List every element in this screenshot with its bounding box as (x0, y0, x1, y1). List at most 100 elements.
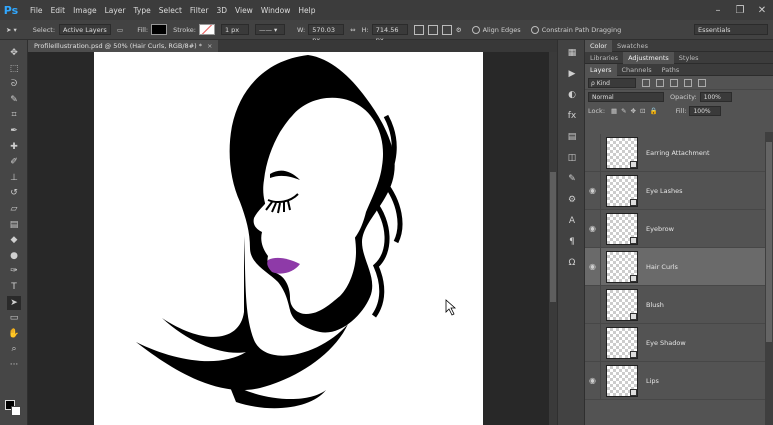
tab-color[interactable]: Color (585, 39, 612, 52)
stroke-size-field[interactable]: 1 px (220, 24, 249, 35)
filter-type-icon[interactable] (670, 78, 678, 87)
path-select-icon[interactable]: ➤ (7, 295, 21, 310)
lasso-icon[interactable]: ᘐ (7, 77, 21, 91)
tab-swatches[interactable]: Swatches (612, 40, 653, 52)
layer-row[interactable]: Eye Shadow (585, 323, 765, 362)
path-operations-icon[interactable] (413, 24, 424, 35)
layer-row[interactable]: Blush (585, 285, 765, 324)
layer-row[interactable]: ◉ Hair Curls (585, 247, 765, 286)
menu-file[interactable]: File (22, 6, 51, 15)
visibility-eye-icon[interactable]: ◉ (585, 209, 601, 248)
shape-icon[interactable]: ▭ (7, 311, 21, 325)
maximize-icon[interactable]: ❐ (729, 0, 751, 20)
channels-icon[interactable]: ◫ (565, 151, 579, 165)
menu-layer[interactable]: Layer (105, 6, 134, 15)
layer-row[interactable]: ◉ Eyebrow (585, 209, 765, 248)
brush-icon[interactable]: ✐ (7, 155, 21, 169)
path-arrangement-icon[interactable] (441, 24, 452, 35)
filter-pixel-icon[interactable] (642, 78, 650, 87)
path-ops-icon[interactable]: ▭ (117, 26, 123, 34)
menu-window[interactable]: Window (261, 6, 299, 15)
blend-mode-dropdown[interactable]: Normal (588, 92, 664, 102)
constrain-checkbox[interactable] (530, 25, 539, 34)
fill-swatch[interactable] (151, 24, 168, 35)
layers-icon[interactable]: ▤ (565, 130, 579, 144)
layer-row[interactable]: Earring Attachment (585, 133, 765, 172)
menu-help[interactable]: Help (298, 6, 323, 15)
menu-select[interactable]: Select (159, 6, 190, 15)
close-icon[interactable]: ✕ (751, 0, 773, 20)
select-dropdown[interactable]: Active Layers (59, 24, 112, 35)
visibility-eye-icon[interactable]: ◉ (585, 247, 601, 286)
zoom-icon[interactable]: ⌕ (7, 342, 21, 356)
paragraph-icon[interactable]: ¶ (565, 235, 579, 249)
menu-edit[interactable]: Edit (51, 6, 74, 15)
workspace-dropdown[interactable]: Essentials (694, 24, 768, 35)
hand-icon[interactable]: ✋ (7, 327, 21, 341)
fill-field[interactable]: 100% (689, 106, 722, 116)
layers-scroll-thumb[interactable] (766, 142, 772, 342)
menu-type[interactable]: Type (134, 6, 159, 15)
minimize-icon[interactable]: – (707, 0, 729, 20)
document-canvas[interactable] (94, 52, 483, 425)
opacity-field[interactable]: 100% (699, 92, 732, 102)
link-icon[interactable]: ⇔ (350, 26, 355, 34)
dodge-icon[interactable]: ● (7, 249, 21, 263)
stroke-type-dropdown[interactable]: —— ▾ (254, 24, 285, 35)
tab-adjustments[interactable]: Adjustments (623, 51, 674, 64)
layers-scrollbar[interactable] (765, 132, 773, 425)
visibility-eye-icon[interactable]: ◉ (585, 361, 601, 400)
marquee-icon[interactable]: ⬚ (7, 62, 21, 76)
color-panel-icon[interactable]: ▦ (565, 46, 579, 60)
layer-row[interactable]: ◉ Lips (585, 361, 765, 400)
blur-icon[interactable]: ◆ (7, 233, 21, 247)
vertical-scrollbar[interactable] (549, 52, 557, 425)
filter-smart-icon[interactable] (698, 78, 706, 87)
styles-icon[interactable]: fx (565, 109, 579, 123)
crop-icon[interactable]: ⌗ (7, 108, 21, 122)
filter-shape-icon[interactable] (684, 78, 692, 87)
properties-icon[interactable]: ⚙ (565, 193, 579, 207)
menu-view[interactable]: View (235, 6, 261, 15)
tab-paths[interactable]: Paths (657, 64, 685, 76)
width-field[interactable]: 570.03 px (308, 24, 345, 44)
eraser-icon[interactable]: ▱ (7, 202, 21, 216)
visibility-eye-icon[interactable]: ◉ (585, 171, 601, 210)
character-icon[interactable]: A (565, 214, 579, 228)
paths-icon[interactable]: ✎ (565, 172, 579, 186)
pen-icon[interactable]: ✑ (7, 264, 21, 278)
menu-image[interactable]: Image (73, 6, 105, 15)
gradient-icon[interactable]: ▤ (7, 218, 21, 232)
visibility-eye-icon[interactable] (585, 133, 601, 172)
settings-gear-icon[interactable]: ⚙ (456, 26, 462, 34)
align-edges-checkbox[interactable] (471, 25, 480, 34)
lock-icons[interactable]: ▦✎✥⊡🔒 (611, 107, 662, 115)
path-select-tool-icon[interactable]: ➤ ▾ (6, 26, 17, 34)
adjustments-icon[interactable]: ◐ (565, 88, 579, 102)
menu-3d[interactable]: 3D (216, 6, 235, 15)
filter-kind-dropdown[interactable]: ρ Kind (588, 77, 636, 88)
more-icon[interactable]: ··· (7, 358, 21, 372)
menu-filter[interactable]: Filter (190, 6, 217, 15)
type-icon[interactable]: T (7, 280, 21, 294)
quick-select-icon[interactable]: ✎ (7, 93, 21, 107)
tab-styles[interactable]: Styles (674, 52, 704, 64)
layer-row[interactable]: ◉ Eye Lashes (585, 171, 765, 210)
stroke-swatch[interactable] (198, 24, 215, 35)
glyphs-icon[interactable]: Ω (565, 256, 579, 270)
visibility-eye-icon[interactable] (585, 285, 601, 324)
scroll-thumb[interactable] (550, 172, 556, 302)
eyedropper-icon[interactable]: ✒ (7, 124, 21, 138)
document-tab[interactable]: ProfileIllustration.psd @ 50% (Hair Curl… (28, 40, 219, 52)
tab-libraries[interactable]: Libraries (585, 52, 623, 64)
play-icon[interactable]: ▶ (565, 67, 579, 81)
move-icon[interactable]: ✥ (7, 46, 21, 60)
tab-layers[interactable]: Layers (585, 63, 617, 76)
close-tab-icon[interactable]: × (207, 40, 212, 52)
healing-icon[interactable]: ✚ (7, 140, 21, 154)
height-field[interactable]: 714.56 px (371, 24, 408, 44)
path-alignment-icon[interactable] (427, 24, 438, 35)
tab-channels[interactable]: Channels (617, 64, 657, 76)
history-brush-icon[interactable]: ↺ (7, 186, 21, 200)
visibility-eye-icon[interactable] (585, 323, 601, 362)
